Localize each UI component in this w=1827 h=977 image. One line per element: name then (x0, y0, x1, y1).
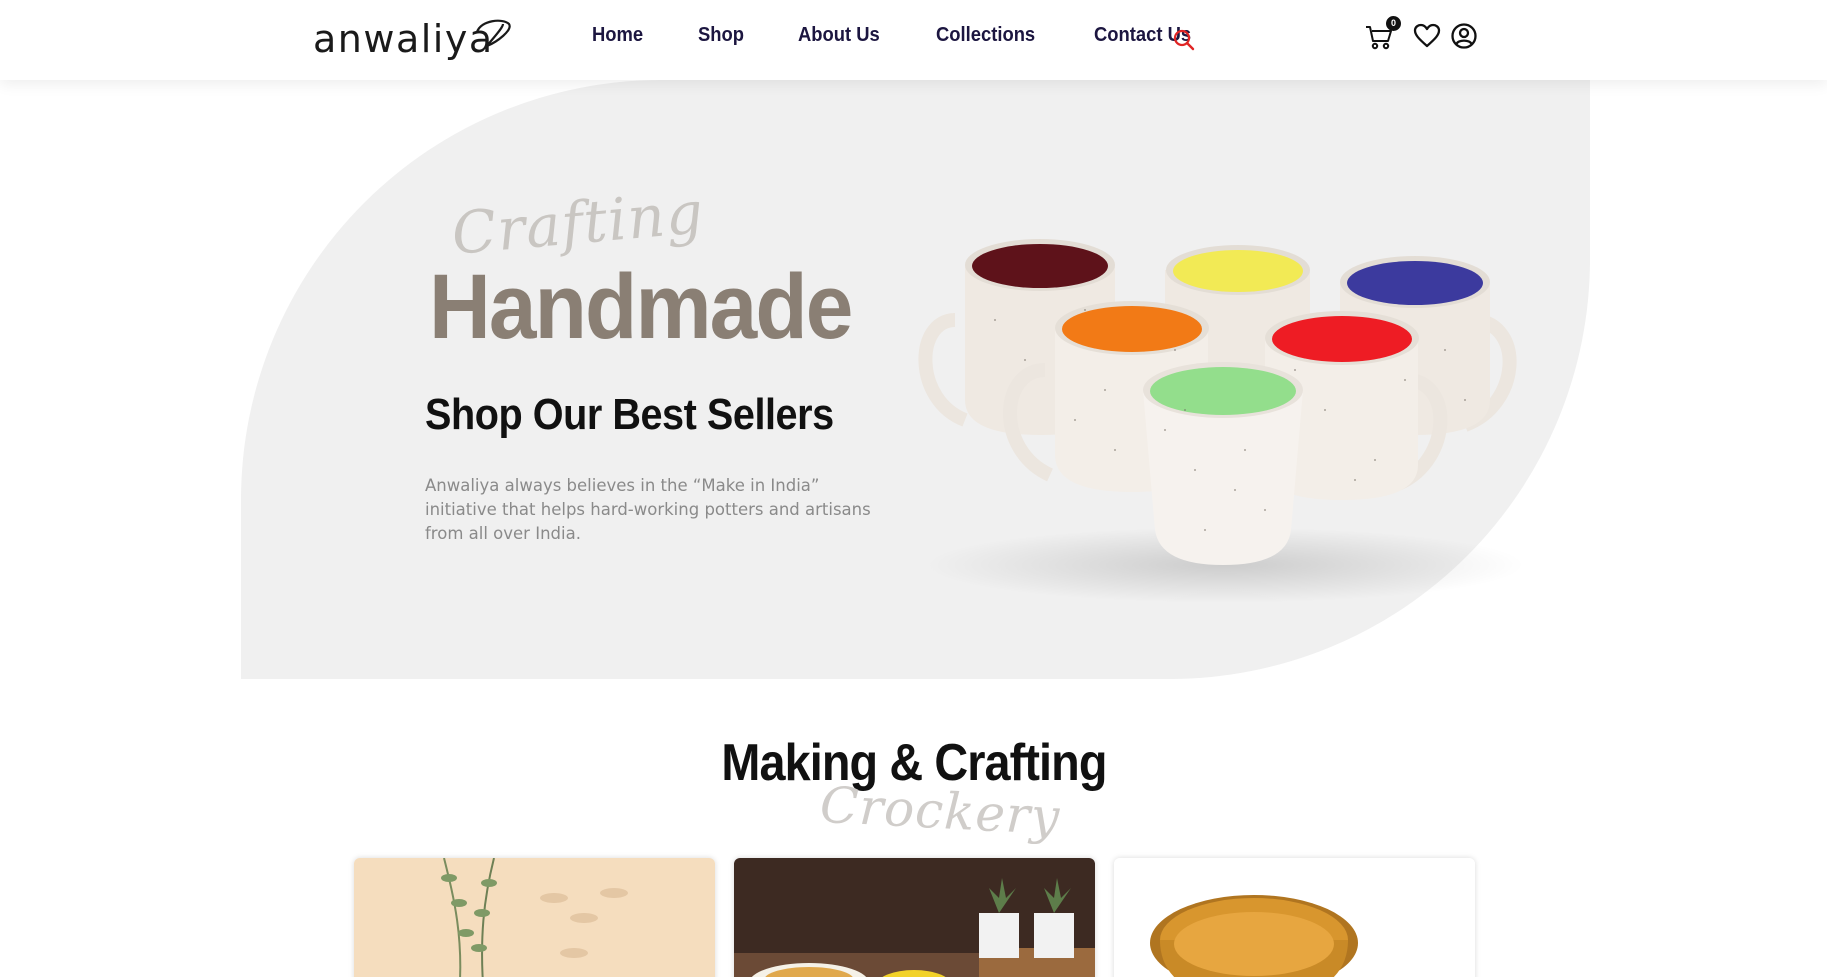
cart-count-badge: 0 (1386, 16, 1401, 31)
logo-swash-icon (475, 19, 511, 49)
search-icon[interactable] (1172, 28, 1196, 52)
card-image-plants (354, 858, 715, 977)
nav-home[interactable]: Home (592, 24, 643, 47)
user-icon (1451, 23, 1477, 49)
hero-mugs-image (918, 239, 1525, 603)
wishlist-button[interactable] (1413, 22, 1441, 55)
nav-about-us[interactable]: About Us (798, 24, 880, 47)
section-script-text: Crockery (818, 775, 1062, 847)
heart-icon (1413, 23, 1441, 48)
nav-shop[interactable]: Shop (698, 24, 744, 47)
site-header: anwaliya Home Shop About Us Collections … (0, 0, 1827, 80)
logo-text: anwaliya (313, 17, 494, 61)
card-image-tableware (734, 858, 1095, 977)
hero-headline: Handmade (429, 256, 853, 358)
main-nav: Home Shop About Us Collections Contact U… (592, 24, 1250, 47)
card-image-bowls (1114, 858, 1475, 977)
account-button[interactable] (1450, 22, 1478, 55)
collection-card-bowls[interactable] (1114, 858, 1475, 977)
hero-subheadline: Shop Our Best Sellers (425, 390, 834, 439)
hero-description: Anwaliya always believes in the “Make in… (425, 476, 871, 543)
collection-card-tableware[interactable] (734, 858, 1095, 977)
logo[interactable]: anwaliya (313, 14, 511, 64)
nav-collections[interactable]: Collections (936, 24, 1035, 47)
cart-button[interactable]: 0 (1364, 16, 1401, 57)
collection-card-plants[interactable] (354, 858, 715, 977)
